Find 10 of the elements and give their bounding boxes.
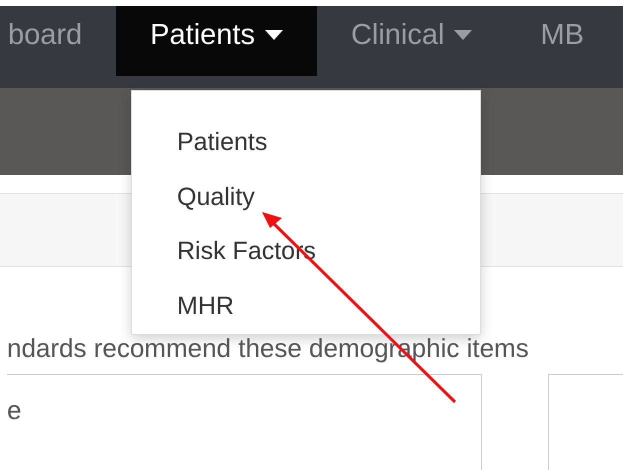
menu-item[interactable]: Patients bbox=[132, 115, 480, 170]
card: e bbox=[7, 374, 482, 470]
caret-icon bbox=[454, 30, 472, 40]
caret-icon bbox=[264, 30, 283, 40]
nav-tab[interactable]: board bbox=[0, 6, 116, 76]
nav-tab[interactable]: Clinical bbox=[316, 6, 506, 76]
menu-item[interactable]: MHR bbox=[132, 279, 480, 334]
nav-tab[interactable]: Patients bbox=[116, 6, 317, 76]
nav-tab[interactable]: MB bbox=[506, 6, 618, 76]
menu-item[interactable]: Quality bbox=[132, 170, 480, 224]
